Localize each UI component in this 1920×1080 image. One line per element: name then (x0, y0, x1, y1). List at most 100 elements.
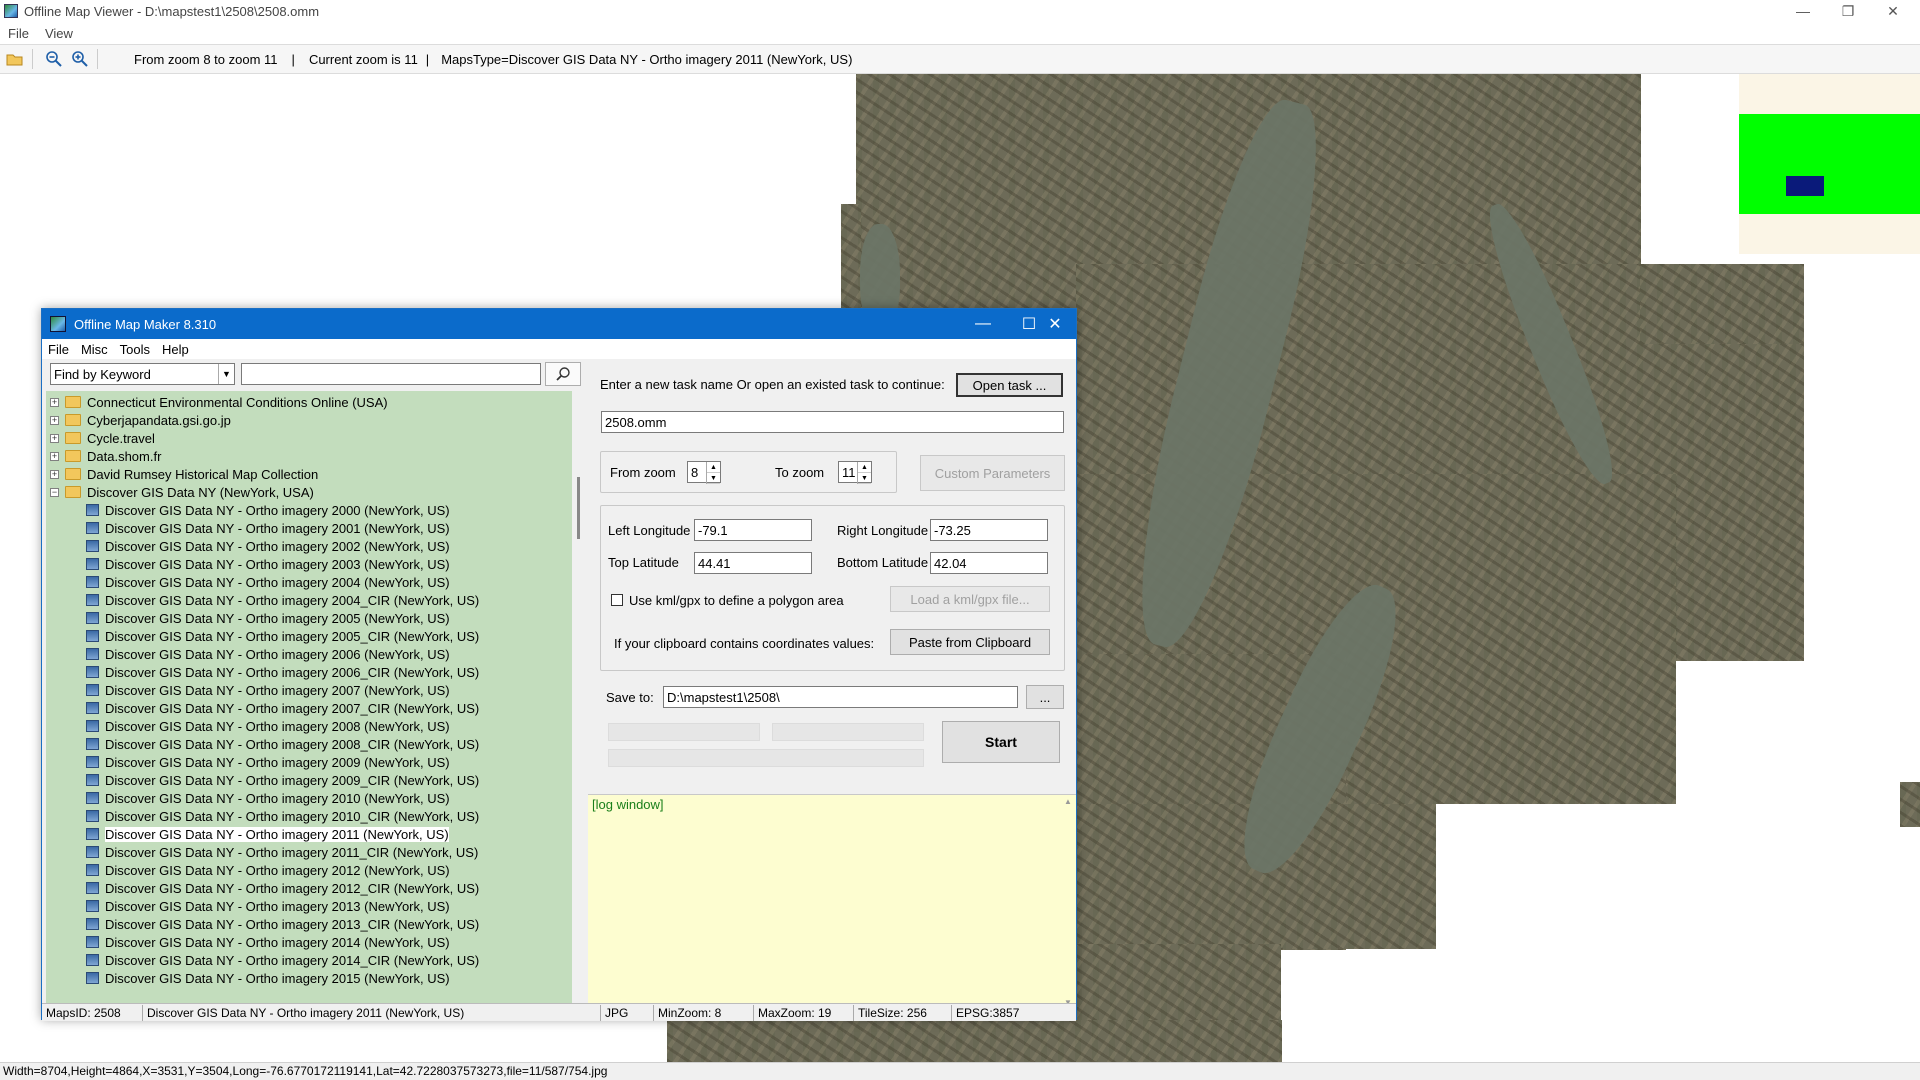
tree-provider-node[interactable]: + Cyberjapandata.gsi.go.jp (50, 411, 231, 429)
provider-pane: Find by Keyword ▼ + Connecticut Environme… (42, 359, 587, 1003)
menu-view[interactable]: View (37, 26, 81, 41)
tree-provider-node[interactable]: − Discover GIS Data NY (NewYork, USA) (50, 483, 314, 501)
tree-layer-item[interactable]: Discover GIS Data NY - Ortho imagery 201… (86, 789, 450, 807)
tree-provider-node[interactable]: + Data.shom.fr (50, 447, 161, 465)
tree-layer-item[interactable]: Discover GIS Data NY - Ortho imagery 201… (86, 861, 450, 879)
tree-provider-node[interactable]: + David Rumsey Historical Map Collection (50, 465, 318, 483)
toolbar-separator: | (425, 51, 430, 67)
tree-layer-item[interactable]: Discover GIS Data NY - Ortho imagery 201… (86, 897, 450, 915)
tree-layer-item[interactable]: Discover GIS Data NY - Ortho imagery 200… (86, 699, 479, 717)
chevron-up-icon[interactable]: ▲ (858, 462, 871, 473)
dialog-status-bar: MapsID: 2508 Discover GIS Data NY - Orth… (42, 1003, 1076, 1021)
bottom-latitude-input[interactable]: 42.04 (930, 552, 1048, 574)
search-mode-select[interactable]: Find by Keyword ▼ (50, 363, 235, 385)
tree-layer-item[interactable]: Discover GIS Data NY - Ortho imagery 200… (86, 645, 450, 663)
task-name-input[interactable]: 2508.omm (601, 411, 1064, 433)
tree-layer-item[interactable]: Discover GIS Data NY - Ortho imagery 201… (86, 879, 479, 897)
expand-icon[interactable]: + (50, 433, 59, 443)
use-kml-checkbox[interactable] (611, 594, 623, 606)
tree-layer-item[interactable]: Discover GIS Data NY - Ortho imagery 201… (86, 843, 478, 861)
tree-layer-item[interactable]: Discover GIS Data NY - Ortho imagery 200… (86, 591, 479, 609)
right-longitude-input[interactable]: -73.25 (930, 519, 1048, 541)
tree-item-label: Discover GIS Data NY - Ortho imagery 201… (105, 934, 450, 950)
dialog-menu-tools[interactable]: Tools (114, 342, 156, 357)
tree-scrollbar[interactable] (572, 391, 587, 1003)
to-zoom-stepper[interactable]: 11 ▲ ▼ (838, 461, 872, 484)
menu-file[interactable]: File (0, 26, 37, 41)
map-provider-tree[interactable]: + Connecticut Environmental Conditions On… (46, 391, 572, 1003)
viewer-maximize-button[interactable]: ❐ (1828, 0, 1868, 22)
map-layer-icon (86, 540, 99, 552)
tree-layer-item[interactable]: Discover GIS Data NY - Ortho imagery 200… (86, 609, 450, 627)
tree-layer-item[interactable]: Discover GIS Data NY - Ortho imagery 200… (86, 771, 479, 789)
top-latitude-input[interactable]: 44.41 (694, 552, 812, 574)
expand-icon[interactable]: + (50, 415, 59, 425)
zoom-in-icon[interactable] (69, 48, 91, 70)
tree-layer-item[interactable]: Discover GIS Data NY - Ortho imagery 200… (86, 555, 450, 573)
tree-layer-item[interactable]: Discover GIS Data NY - Ortho imagery 201… (86, 825, 449, 843)
folder-icon (65, 468, 81, 480)
search-button[interactable] (545, 362, 581, 386)
map-layer-icon (86, 702, 99, 714)
stepper-arrows[interactable]: ▲ ▼ (706, 462, 720, 484)
map-layer-icon (86, 810, 99, 822)
log-window[interactable]: [log window] ▲ ▼ (588, 794, 1076, 1008)
tree-scrollbar-thumb[interactable] (577, 477, 580, 539)
tree-layer-item[interactable]: Discover GIS Data NY - Ortho imagery 201… (86, 951, 479, 969)
expand-icon[interactable]: + (50, 469, 59, 479)
browse-button[interactable]: ... (1026, 685, 1064, 709)
keyword-search-input[interactable] (241, 363, 541, 385)
tree-layer-item[interactable]: Discover GIS Data NY - Ortho imagery 201… (86, 969, 450, 987)
expand-icon[interactable]: + (50, 397, 59, 407)
dialog-menu-help[interactable]: Help (156, 342, 195, 357)
stepper-arrows[interactable]: ▲ ▼ (857, 462, 871, 484)
tree-layer-item[interactable]: Discover GIS Data NY - Ortho imagery 201… (86, 933, 450, 951)
expand-icon[interactable]: + (50, 451, 59, 461)
tree-layer-item[interactable]: Discover GIS Data NY - Ortho imagery 200… (86, 537, 450, 555)
tree-layer-item[interactable]: Discover GIS Data NY - Ortho imagery 200… (86, 519, 450, 537)
load-kml-button[interactable]: Load a kml/gpx file... (890, 586, 1050, 612)
overview-map[interactable] (1739, 74, 1920, 254)
save-path-input[interactable]: D:\mapstest1\2508\ (663, 686, 1018, 708)
status-epsg: EPSG:3857 (956, 1005, 1020, 1020)
tree-provider-node[interactable]: + Cycle.travel (50, 429, 155, 447)
tree-node-label: Discover GIS Data NY (NewYork, USA) (87, 484, 314, 500)
paste-from-clipboard-button[interactable]: Paste from Clipboard (890, 629, 1050, 655)
log-scrollbar[interactable]: ▲ ▼ (1062, 795, 1076, 1009)
chevron-down-icon[interactable]: ▼ (707, 473, 720, 484)
tree-item-label: Discover GIS Data NY - Ortho imagery 200… (105, 628, 480, 644)
tree-layer-item[interactable]: Discover GIS Data NY - Ortho imagery 200… (86, 681, 450, 699)
dialog-menu-file[interactable]: File (42, 342, 75, 357)
tree-provider-node[interactable]: + Connecticut Environmental Conditions On… (50, 393, 388, 411)
chevron-down-icon[interactable]: ▼ (858, 473, 871, 484)
viewer-close-button[interactable]: ✕ (1873, 0, 1913, 22)
viewer-minimize-button[interactable]: — (1783, 0, 1823, 22)
map-layer-icon (86, 738, 99, 750)
tree-item-label: Discover GIS Data NY - Ortho imagery 201… (105, 844, 479, 860)
toolbar-separator: | (291, 51, 295, 67)
map-layer-icon (86, 720, 99, 732)
chevron-up-icon[interactable]: ▲ (707, 462, 720, 473)
tree-layer-item[interactable]: Discover GIS Data NY - Ortho imagery 201… (86, 807, 479, 825)
tree-item-label: Discover GIS Data NY - Ortho imagery 201… (105, 790, 450, 806)
tree-layer-item[interactable]: Discover GIS Data NY - Ortho imagery 200… (86, 735, 479, 753)
open-folder-icon[interactable] (4, 48, 26, 70)
dialog-close-button[interactable]: ✕ (1032, 309, 1078, 339)
from-zoom-stepper[interactable]: 8 ▲ ▼ (687, 461, 721, 484)
tree-layer-item[interactable]: Discover GIS Data NY - Ortho imagery 200… (86, 717, 450, 735)
custom-parameters-button[interactable]: Custom Parameters (920, 455, 1065, 491)
left-longitude-input[interactable]: -79.1 (694, 519, 812, 541)
start-button[interactable]: Start (942, 721, 1060, 763)
scroll-up-icon[interactable]: ▲ (1064, 797, 1072, 806)
tree-layer-item[interactable]: Discover GIS Data NY - Ortho imagery 200… (86, 573, 450, 591)
tree-layer-item[interactable]: Discover GIS Data NY - Ortho imagery 200… (86, 501, 450, 519)
tree-layer-item[interactable]: Discover GIS Data NY - Ortho imagery 200… (86, 753, 450, 771)
open-task-button[interactable]: Open task ... (956, 373, 1063, 397)
dialog-menu-misc[interactable]: Misc (75, 342, 114, 357)
dialog-minimize-button[interactable]: — (960, 309, 1006, 339)
tree-layer-item[interactable]: Discover GIS Data NY - Ortho imagery 200… (86, 627, 479, 645)
collapse-icon[interactable]: − (50, 487, 59, 497)
tree-layer-item[interactable]: Discover GIS Data NY - Ortho imagery 201… (86, 915, 479, 933)
tree-layer-item[interactable]: Discover GIS Data NY - Ortho imagery 200… (86, 663, 479, 681)
zoom-out-icon[interactable] (43, 48, 65, 70)
